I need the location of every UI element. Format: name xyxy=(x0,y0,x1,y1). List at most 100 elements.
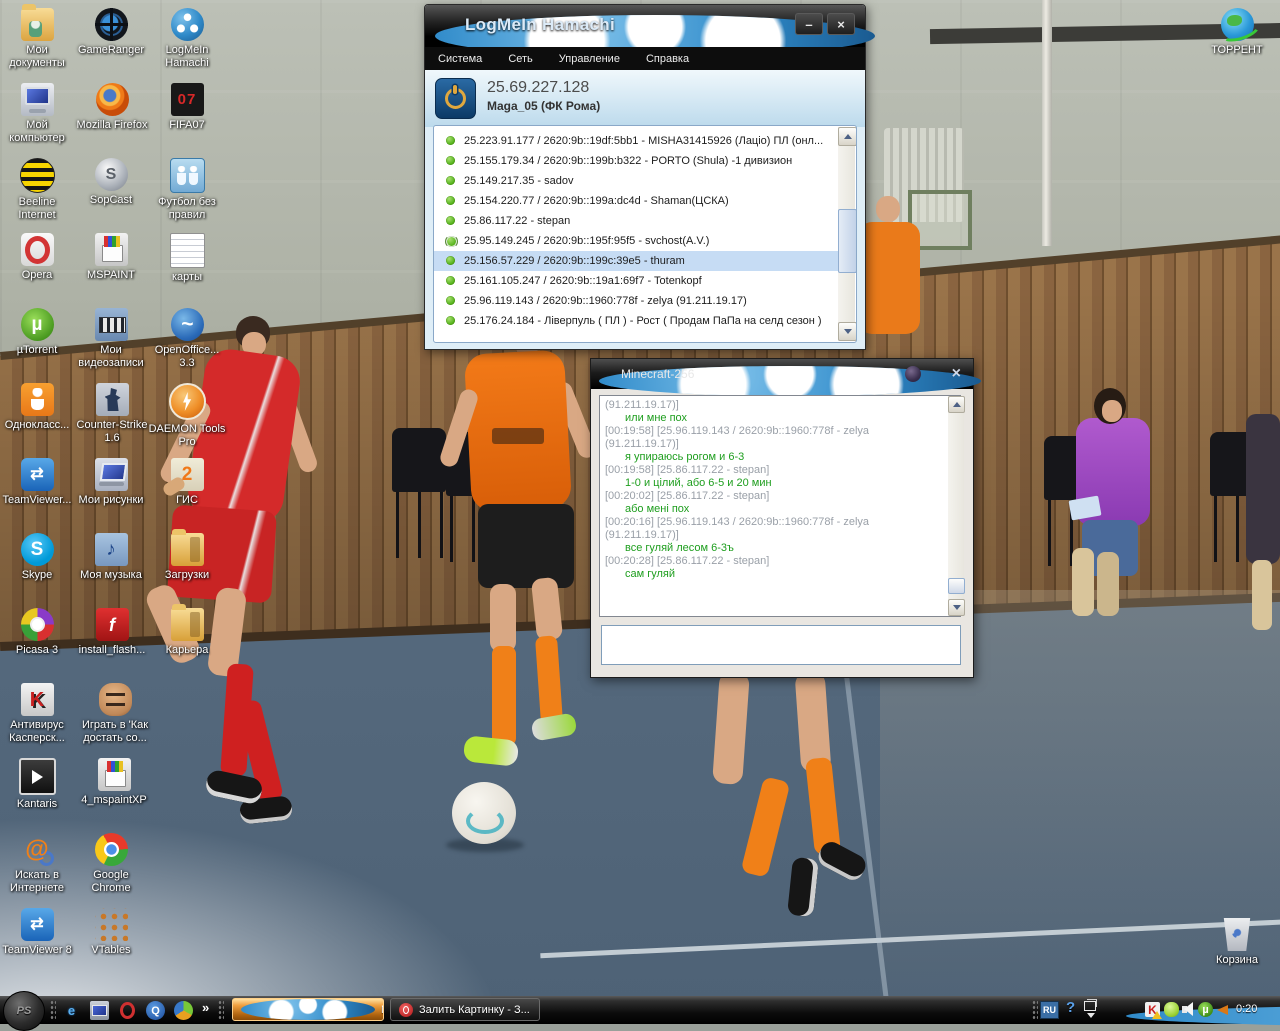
scrollbar-thumb[interactable] xyxy=(838,209,856,273)
desktop-icon-recycle-bin[interactable]: Корзина xyxy=(1198,918,1276,967)
desktop-icon-search-internet[interactable]: @ Искать в Интернете xyxy=(0,833,74,895)
desktop-icon-sopcast[interactable]: S SopCast xyxy=(74,158,148,207)
desktop-icon-openoffice[interactable]: ~ OpenOffice... 3.3 xyxy=(148,308,226,370)
desktop-icon-skype[interactable]: S Skype xyxy=(0,533,74,582)
taskbar-grip[interactable] xyxy=(218,1000,224,1020)
desktop-icon-4-mspaintxp[interactable]: 4_mspaintXP xyxy=(74,758,154,807)
desktop-icon-daemon-tools[interactable]: DAEMON Tools Pro xyxy=(148,383,226,449)
desktop-icon-kaspersky[interactable]: K Антивирус Касперск... xyxy=(0,683,74,745)
quicklaunch-internet-explorer[interactable]: e xyxy=(62,1001,81,1020)
self-client-name[interactable]: Maga_05 (ФК Рома) xyxy=(487,99,600,113)
icon-glyph: µ xyxy=(31,314,43,335)
task-button-minecraft-256[interactable]: Minecraft-256 xyxy=(232,998,384,1021)
peer-row[interactable]: 25.86.117.22 - stepan xyxy=(434,211,856,231)
desktop-icon-logmein-hamachi[interactable]: LogMeIn Hamachi xyxy=(148,8,226,70)
peer-row-selected[interactable]: 25.156.57.229 / 2620:9b::199c:39e5 - thu… xyxy=(434,251,856,271)
task-button-upload-picture[interactable]: Залить Картинку - З... xyxy=(390,998,540,1021)
desktop-icon-mspaint[interactable]: MSPAINT xyxy=(74,233,148,282)
tray-clock[interactable]: 0:20 xyxy=(1236,1003,1257,1015)
desktop-icon-vtables[interactable]: VTables xyxy=(74,908,148,957)
opera-icon xyxy=(20,233,54,266)
peer-row[interactable]: 25.149.217.35 - sadov xyxy=(434,171,856,191)
quicklaunch-show-desktop[interactable] xyxy=(90,1001,109,1020)
power-button[interactable] xyxy=(435,78,476,119)
icon-label: LogMeIn Hamachi xyxy=(165,44,209,69)
quicklaunch-qip[interactable]: Q xyxy=(146,1001,165,1020)
tray-kaspersky-icon[interactable]: K xyxy=(1145,1002,1162,1019)
taskbar-grip[interactable] xyxy=(50,1000,56,1020)
menu-item-system[interactable]: Система xyxy=(425,53,495,65)
desktop-icon-install-flash[interactable]: f install_flash... xyxy=(74,608,150,657)
tray-language-indicator[interactable]: RU xyxy=(1040,1001,1059,1019)
peer-row-relayed[interactable]: 25.95.149.245 / 2620:9b::195f:95f5 - svc… xyxy=(434,231,856,251)
desktop-icon-gis[interactable]: 2 ГИС xyxy=(148,458,226,507)
peer-row[interactable]: 25.154.220.77 / 2620:9b::199a:dc4d - Sha… xyxy=(434,191,856,211)
chat-close-button[interactable]: × xyxy=(952,364,961,384)
close-button[interactable]: × xyxy=(827,13,855,35)
desktop-icon-my-music[interactable]: ♪ Моя музыка xyxy=(74,533,148,582)
tray-network-icon[interactable] xyxy=(1164,1002,1179,1017)
peer-row[interactable]: 25.223.91.177 / 2620:9b::19df:5bb1 - MIS… xyxy=(434,131,856,151)
quicklaunch-ball[interactable] xyxy=(174,1001,193,1020)
desktop-icon-my-videos[interactable]: Мои видеозаписи xyxy=(74,308,148,370)
desktop-icon-chrome[interactable]: Google Chrome xyxy=(74,833,148,895)
peer-row[interactable]: 25.176.24.184 - Ліверпуль ( ПЛ ) - Рост … xyxy=(434,311,856,331)
desktop-icon-utorrent[interactable]: µ µTorrent xyxy=(0,308,74,357)
peer-row[interactable]: 25.161.105.247 / 2620:9b::19a1:69f7 - To… xyxy=(434,271,856,291)
scroll-down-button[interactable] xyxy=(838,322,856,341)
hamachi-title-bar[interactable]: LogMeIn Hamachi – × xyxy=(425,5,875,57)
desktop-icon-my-computer[interactable]: Мой компьютер xyxy=(0,83,74,145)
desktop-icon-my-documents[interactable]: Мои документы xyxy=(0,4,74,70)
desktop-icon-beeline[interactable]: Beeline Internet xyxy=(0,158,74,222)
scroll-up-button[interactable] xyxy=(838,127,856,146)
desktop-icon-fifa07[interactable]: 07 FIFA07 xyxy=(148,83,226,132)
peer-row[interactable]: 25.96.119.143 / 2620:9b::1960:778f - zel… xyxy=(434,291,856,311)
icon-glyph: S xyxy=(30,539,44,560)
desktop-icon-karty[interactable]: карты xyxy=(148,233,226,284)
menu-item-manage[interactable]: Управление xyxy=(546,53,633,65)
quicklaunch-opera[interactable] xyxy=(118,1001,137,1020)
scroll-up-button[interactable] xyxy=(948,396,965,413)
desktop-icon-teamviewer8[interactable]: ⇄ TeamViewer 8 xyxy=(0,908,74,957)
scrollbar-thumb[interactable] xyxy=(948,578,965,594)
desktop-icon-downloads[interactable]: Загрузки xyxy=(148,529,226,582)
tray-volume-icon[interactable] xyxy=(1181,1002,1196,1017)
desktop-icon-my-pictures[interactable]: Мои рисунки xyxy=(74,458,148,507)
tray-restore-icon[interactable] xyxy=(1084,999,1097,1018)
chat-title-bar[interactable]: Minecraft-256 × xyxy=(591,359,981,396)
chat-scrollbar[interactable] xyxy=(948,396,965,616)
desktop-icon-opera[interactable]: Opera xyxy=(0,233,74,282)
scroll-down-button[interactable] xyxy=(948,599,965,616)
start-button[interactable]: PS xyxy=(3,991,45,1031)
desktop-icon-firefox[interactable]: Mozilla Firefox xyxy=(74,83,150,132)
menu-item-network[interactable]: Сеть xyxy=(495,53,545,65)
chat-line: [00:20:16] [25.96.119.143 / 2620:9b::196… xyxy=(605,516,870,528)
self-ip-address[interactable]: 25.69.227.128 xyxy=(487,79,589,97)
icon-label: Искать в Интернете xyxy=(10,869,64,894)
game-face-icon xyxy=(98,683,132,716)
desktop-icon-kantaris[interactable]: Kantaris xyxy=(0,758,74,811)
menu-item-help[interactable]: Справка xyxy=(633,53,702,65)
tray-utorrent-icon[interactable]: µ xyxy=(1198,1002,1213,1017)
desktop-icon-torrent[interactable]: ТОРРЕНТ xyxy=(1198,8,1276,57)
scrollbar-vertical[interactable] xyxy=(838,127,856,341)
desktop-icon-karjera[interactable]: Карьера xyxy=(148,604,226,657)
notes-icon xyxy=(169,233,205,268)
desktop-icon-picasa[interactable]: Picasa 3 xyxy=(0,608,74,657)
taskbar-grip[interactable] xyxy=(1032,1000,1038,1020)
desktop-icon-gameranger[interactable]: GameRanger xyxy=(74,8,148,57)
minimize-button[interactable]: – xyxy=(795,13,823,35)
desktop-icon-football[interactable]: Футбол без правил xyxy=(148,158,226,222)
desktop-icon-odnoklassniki[interactable]: Однокласс... xyxy=(0,383,74,432)
tray-help-icon[interactable]: ? xyxy=(1066,999,1075,1016)
icon-glyph: ⇄ xyxy=(30,465,44,483)
quicklaunch-more-chevron[interactable]: » xyxy=(202,1000,209,1015)
tray-notifier-icon[interactable] xyxy=(1215,1002,1230,1017)
chat-message-area[interactable]: (91.211.19.17)] или мне пох [00:19:58] [… xyxy=(599,395,961,617)
desktop-icon-counter-strike[interactable]: Counter-Strike 1.6 xyxy=(74,383,150,445)
chat-status-button[interactable] xyxy=(905,366,921,382)
chat-input-field[interactable] xyxy=(601,625,961,665)
peer-row[interactable]: 25.155.179.34 / 2620:9b::199b:b322 - POR… xyxy=(434,151,856,171)
desktop-icon-teamviewer[interactable]: ⇄ TeamViewer... xyxy=(0,458,74,507)
desktop-icon-game[interactable]: Играть в 'Как достать со... xyxy=(74,683,156,745)
